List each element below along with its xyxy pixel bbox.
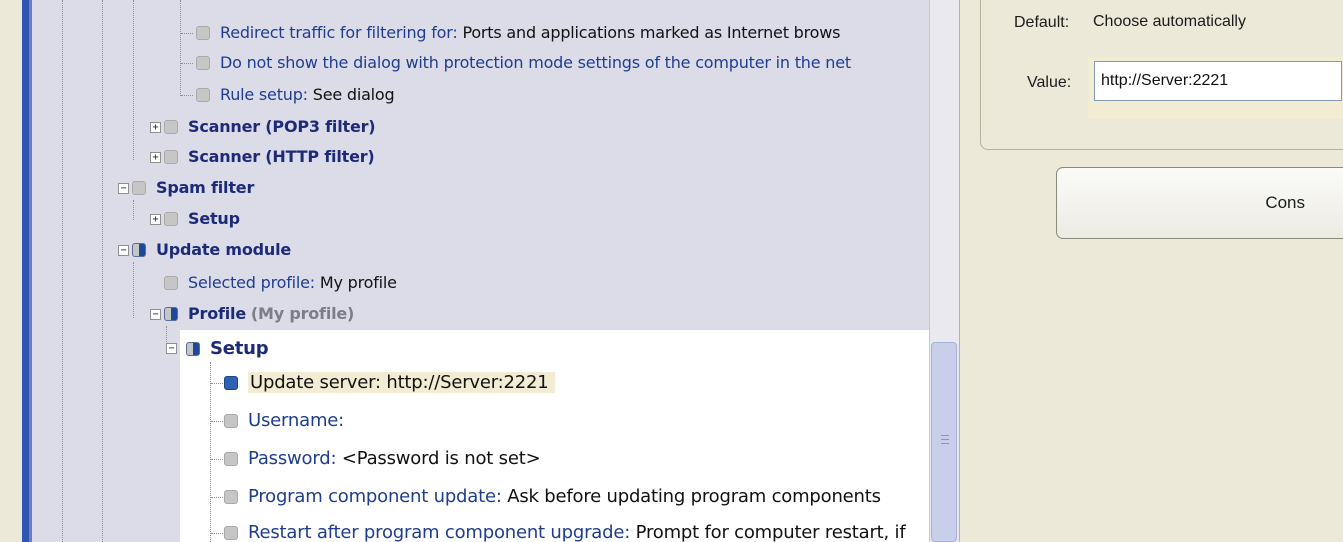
selected-setting-text: Update server: http://Server:2221 xyxy=(248,372,555,393)
tree-row-selected-profile[interactable]: Selected profile: My profile xyxy=(164,268,397,298)
setting-bullet-icon xyxy=(164,276,178,290)
node-bullet-icon xyxy=(132,181,146,195)
tree-node-update-setup[interactable]: Setup xyxy=(182,334,269,364)
tree-node-update-module[interactable]: Update module xyxy=(132,235,291,265)
collapse-toggle-update[interactable]: − xyxy=(118,245,129,256)
thumb-grip-icon xyxy=(941,435,949,436)
expand-toggle-http[interactable]: + xyxy=(150,152,161,163)
tree-connector xyxy=(211,533,223,534)
setting-bullet-icon xyxy=(224,490,238,504)
setting-bullet-icon xyxy=(224,526,238,540)
tree-row-rule-setup[interactable]: Rule setup: See dialog xyxy=(196,80,395,110)
left-window-edge xyxy=(0,0,32,542)
tree-node-scanner-pop3[interactable]: Scanner (POP3 filter) xyxy=(164,112,376,142)
partial-state-icon xyxy=(164,307,178,321)
tree-row-protection-dialog[interactable]: Do not show the dialog with protection m… xyxy=(196,48,851,78)
tree-node-spam-filter[interactable]: Spam filter xyxy=(132,173,254,203)
tree-guide-l0 xyxy=(62,0,63,542)
tree-connector xyxy=(211,421,223,422)
value-label: Value: xyxy=(1027,74,1072,91)
tree-node-scanner-http[interactable]: Scanner (HTTP filter) xyxy=(164,142,375,172)
tree-connector xyxy=(211,459,223,460)
tree-row-restart-after-upgrade[interactable]: Restart after program component upgrade:… xyxy=(224,518,906,542)
left-blue-border xyxy=(22,0,29,542)
active-setting-icon xyxy=(224,376,238,390)
setting-bullet-icon xyxy=(196,26,210,40)
expand-toggle-pop3[interactable]: + xyxy=(150,122,161,133)
cons-button[interactable]: Cons xyxy=(1056,167,1343,239)
tree-guide-l2b xyxy=(133,0,134,160)
partial-state-icon xyxy=(132,243,146,257)
tree-guide-l2a xyxy=(180,0,181,96)
scrollbar-thumb[interactable] xyxy=(931,342,957,542)
tree-connector xyxy=(181,95,193,96)
collapse-toggle-setup[interactable]: − xyxy=(166,343,177,354)
setting-bullet-icon xyxy=(224,414,238,428)
default-value: Choose automatically xyxy=(1091,10,1343,40)
collapse-toggle-profile[interactable]: − xyxy=(150,309,161,320)
tree-row-username[interactable]: Username: xyxy=(224,406,344,436)
partial-state-icon xyxy=(186,342,200,356)
property-panel: Default: Choose automatically Value: Con… xyxy=(959,0,1343,542)
tree-connector xyxy=(181,63,193,64)
tree-guide-l4 xyxy=(210,362,211,542)
value-field-highlight xyxy=(1088,57,1343,119)
value-input[interactable] xyxy=(1094,61,1342,101)
node-bullet-icon xyxy=(164,150,178,164)
tree-row-update-server[interactable]: Update server: http://Server:2221 xyxy=(224,368,555,398)
tree-row-redirect-traffic[interactable]: Redirect traffic for filtering for: Port… xyxy=(196,18,840,48)
tree-connector xyxy=(181,33,193,34)
thumb-grip-icon xyxy=(941,443,949,444)
collapse-toggle-spam[interactable]: − xyxy=(118,183,129,194)
setting-bullet-icon xyxy=(196,56,210,70)
tree-guide-l2c xyxy=(133,200,134,220)
setting-bullet-icon xyxy=(196,88,210,102)
tree-connector xyxy=(211,497,223,498)
tree-row-password[interactable]: Password: <Password is not set> xyxy=(224,444,541,474)
tree-guide-l2d xyxy=(133,262,134,318)
node-bullet-icon xyxy=(164,212,178,226)
settings-tree[interactable]: + + − + − − − Redirect traffic for filte… xyxy=(32,0,936,542)
node-bullet-icon xyxy=(164,120,178,134)
expand-toggle-spam-setup[interactable]: + xyxy=(150,214,161,225)
tree-row-component-update[interactable]: Program component update: Ask before upd… xyxy=(224,482,881,512)
thumb-grip-icon xyxy=(941,439,949,440)
setting-bullet-icon xyxy=(224,452,238,466)
tree-guide-l1 xyxy=(102,0,103,542)
tree-node-profile[interactable]: Profile (My profile) xyxy=(164,299,354,329)
tree-node-spam-setup[interactable]: Setup xyxy=(164,204,240,234)
default-label: Default: xyxy=(1014,14,1070,31)
tree-connector xyxy=(211,383,223,384)
